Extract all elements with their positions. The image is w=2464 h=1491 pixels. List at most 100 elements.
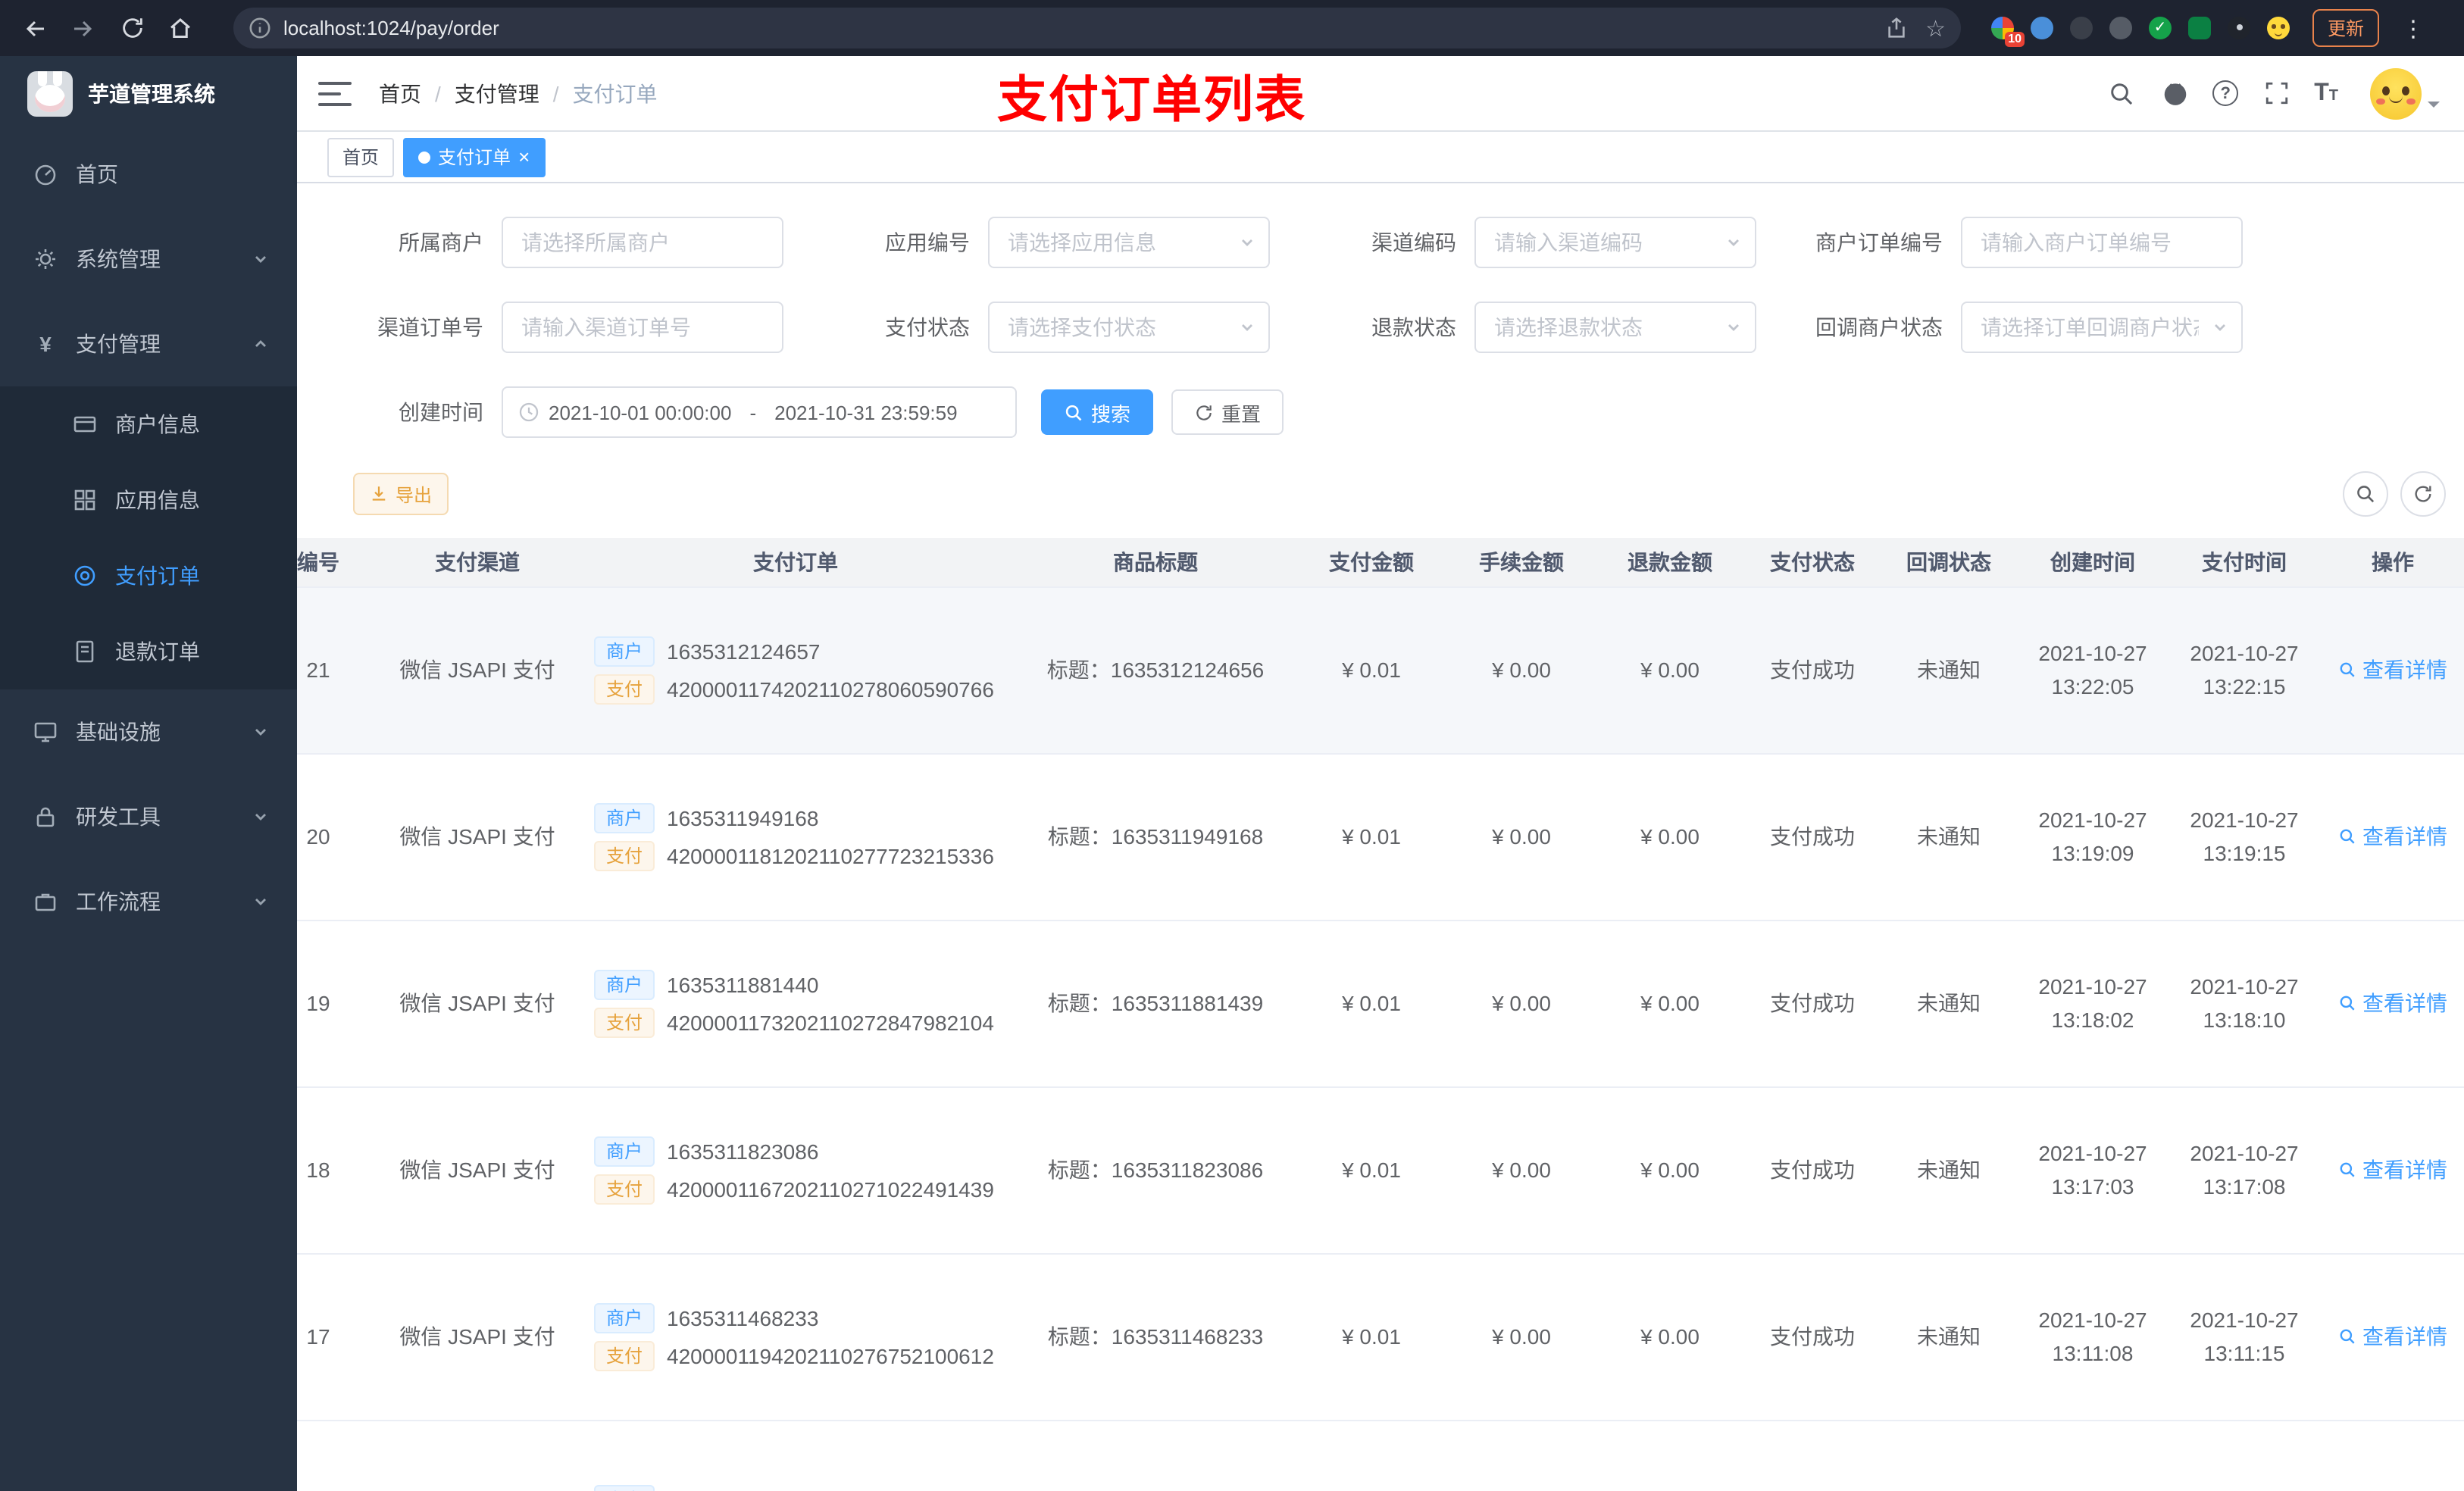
pay-date: 2021-10-27 bbox=[2190, 641, 2299, 665]
card-icon bbox=[73, 412, 97, 436]
site-info-icon[interactable] bbox=[249, 17, 271, 39]
help-icon[interactable]: ? bbox=[2212, 80, 2239, 106]
pay-time: 13:18:10 bbox=[2203, 1008, 2286, 1032]
pay-channel: 微信 JSAPI 支付 bbox=[379, 920, 576, 1087]
sidebar-item-label: 退款订单 bbox=[115, 639, 200, 664]
fee-amount: ¥ 0.00 bbox=[1447, 586, 1596, 754]
sidebar-item-dev-tools[interactable]: 研发工具 bbox=[0, 774, 297, 859]
pay-amount: ¥ 0.01 bbox=[1296, 753, 1447, 921]
sidebar-toggle-icon[interactable] bbox=[318, 81, 352, 105]
merchant-order-no-input[interactable] bbox=[1961, 217, 2243, 268]
breadcrumb-current: 支付订单 bbox=[572, 81, 658, 105]
sidebar-item-merchant-info[interactable]: 商户信息 bbox=[0, 386, 297, 462]
sidebar: 芋道管理系统 首页 系统管理 ¥ 支付管理 商户信息 应用信息 支付订单 退款订… bbox=[0, 56, 297, 1491]
tab-home[interactable]: 首页 bbox=[327, 137, 395, 177]
reset-button[interactable]: 重置 bbox=[1171, 389, 1284, 435]
sidebar-item-label: 系统管理 bbox=[76, 247, 161, 271]
export-button-label: 导出 bbox=[396, 484, 433, 505]
pay-status: 支付成功 bbox=[1744, 753, 1881, 921]
grid-icon bbox=[73, 488, 97, 512]
browser-update-button[interactable]: 更新 bbox=[2312, 9, 2380, 47]
sidebar-item-workflow[interactable]: 工作流程 bbox=[0, 859, 297, 944]
merchant-filter-input[interactable] bbox=[502, 217, 783, 268]
toggle-search-button[interactable] bbox=[2343, 471, 2388, 517]
filter-label: 回调商户状态 bbox=[1815, 315, 1943, 339]
sidebar-item-app-info[interactable]: 应用信息 bbox=[0, 462, 297, 538]
create-time-range-input[interactable]: 2021-10-01 00:00:00 - 2021-10-31 23:59:5… bbox=[502, 386, 1017, 438]
create-date: 2021-10-27 bbox=[2038, 1308, 2147, 1332]
browser-menu-icon[interactable]: ⋮ bbox=[2396, 14, 2431, 42]
pay-order-no: 4200001194202110276752100612 bbox=[667, 1343, 994, 1368]
breadcrumb-section[interactable]: 支付管理 bbox=[455, 78, 539, 108]
search-button[interactable]: 搜索 bbox=[1041, 389, 1154, 435]
ext-pin-icon[interactable] bbox=[2228, 17, 2250, 39]
channel-code-select[interactable] bbox=[1474, 217, 1756, 268]
briefcase-icon bbox=[33, 889, 58, 914]
merchant-order-no: 1635312124657 bbox=[667, 639, 821, 663]
export-button[interactable]: 导出 bbox=[353, 473, 449, 515]
view-detail-link[interactable]: 查看详情 bbox=[2338, 655, 2447, 685]
search-button-label: 搜索 bbox=[1091, 402, 1131, 425]
pay-date: 2021-10-27 bbox=[2190, 1141, 2299, 1165]
view-detail-link[interactable]: 查看详情 bbox=[2338, 821, 2447, 852]
view-detail-link[interactable]: 查看详情 bbox=[2338, 1321, 2447, 1352]
pay-channel: 微信 JSAPI 支付 bbox=[379, 1253, 576, 1421]
bookmark-star-icon[interactable]: ☆ bbox=[1925, 14, 1946, 42]
fullscreen-icon[interactable] bbox=[2261, 78, 2291, 108]
channel-order-no-input[interactable] bbox=[502, 302, 783, 353]
sidebar-item-payment[interactable]: ¥ 支付管理 bbox=[0, 302, 297, 386]
ext-green-square-icon[interactable] bbox=[2188, 17, 2211, 39]
ext-colorful-icon[interactable]: 10 bbox=[1991, 17, 2025, 47]
address-bar[interactable]: localhost:1024/pay/order ☆ bbox=[233, 8, 1961, 48]
user-avatar[interactable] bbox=[2370, 67, 2440, 119]
sidebar-item-pay-order[interactable]: 支付订单 bbox=[0, 538, 297, 614]
view-detail-link[interactable]: 查看详情 bbox=[2338, 1155, 2447, 1185]
font-size-icon[interactable]: TT bbox=[2314, 80, 2338, 105]
ext-dark-icon-1[interactable] bbox=[2070, 17, 2093, 39]
pay-status-select[interactable] bbox=[988, 302, 1270, 353]
create-time: 13:17:03 bbox=[2051, 1174, 2134, 1199]
browser-back-icon[interactable] bbox=[15, 8, 55, 48]
sidebar-item-system[interactable]: 系统管理 bbox=[0, 217, 297, 302]
filter-label: 所属商户 bbox=[399, 230, 483, 255]
refund-status-select[interactable] bbox=[1474, 302, 1756, 353]
col-id: 编号 bbox=[297, 538, 379, 587]
sidebar-item-infrastructure[interactable]: 基础设施 bbox=[0, 689, 297, 774]
refresh-button[interactable] bbox=[2400, 471, 2446, 517]
ext-dark-icon-2[interactable] bbox=[2109, 17, 2132, 39]
ext-emoji-icon[interactable] bbox=[2267, 17, 2290, 39]
app-logo[interactable]: 芋道管理系统 bbox=[0, 56, 297, 132]
reset-button-label: 重置 bbox=[1221, 402, 1262, 425]
logo-avatar bbox=[27, 71, 73, 117]
pay-status: 支付成功 bbox=[1744, 920, 1881, 1087]
sidebar-item-label: 首页 bbox=[76, 162, 118, 186]
ext-blue-icon[interactable] bbox=[2031, 17, 2053, 39]
tab-pay-order[interactable]: 支付订单 × bbox=[403, 137, 546, 177]
ext-green-check-icon[interactable]: ✓ bbox=[2149, 17, 2172, 39]
close-icon[interactable]: × bbox=[518, 147, 530, 167]
search-icon[interactable] bbox=[2106, 78, 2137, 108]
browser-home-icon[interactable] bbox=[161, 8, 200, 48]
sidebar-item-home[interactable]: 首页 bbox=[0, 132, 297, 217]
product-title: 标题：1635312124656 bbox=[1015, 586, 1296, 754]
breadcrumb-home[interactable]: 首页 bbox=[379, 78, 421, 108]
order-id: 17 bbox=[297, 1253, 379, 1421]
share-icon[interactable] bbox=[1884, 17, 1907, 39]
pay-order-no: 4200001174202110278060590766 bbox=[667, 677, 994, 701]
create-date: 2021-10-27 bbox=[2038, 1141, 2147, 1165]
pay-status: 支付成功 bbox=[1744, 1086, 1881, 1254]
github-icon[interactable] bbox=[2159, 78, 2190, 108]
annotation-title: 支付订单列表 bbox=[997, 71, 1306, 127]
avatar-caret-icon bbox=[2428, 101, 2440, 113]
sidebar-item-label: 支付订单 bbox=[115, 564, 200, 588]
browser-reload-icon[interactable] bbox=[112, 8, 152, 48]
notify-status-select[interactable] bbox=[1961, 302, 2243, 353]
browser-forward-icon[interactable] bbox=[64, 8, 103, 48]
create-time: 13:19:09 bbox=[2051, 841, 2134, 865]
view-detail-link[interactable]: 查看详情 bbox=[2338, 988, 2447, 1018]
chevron-down-icon bbox=[252, 808, 270, 826]
sidebar-item-refund-order[interactable]: 退款订单 bbox=[0, 614, 297, 689]
create-date: 2021-10-27 bbox=[2038, 974, 2147, 999]
order-id: 18 bbox=[297, 1086, 379, 1254]
app-id-select[interactable] bbox=[988, 217, 1270, 268]
